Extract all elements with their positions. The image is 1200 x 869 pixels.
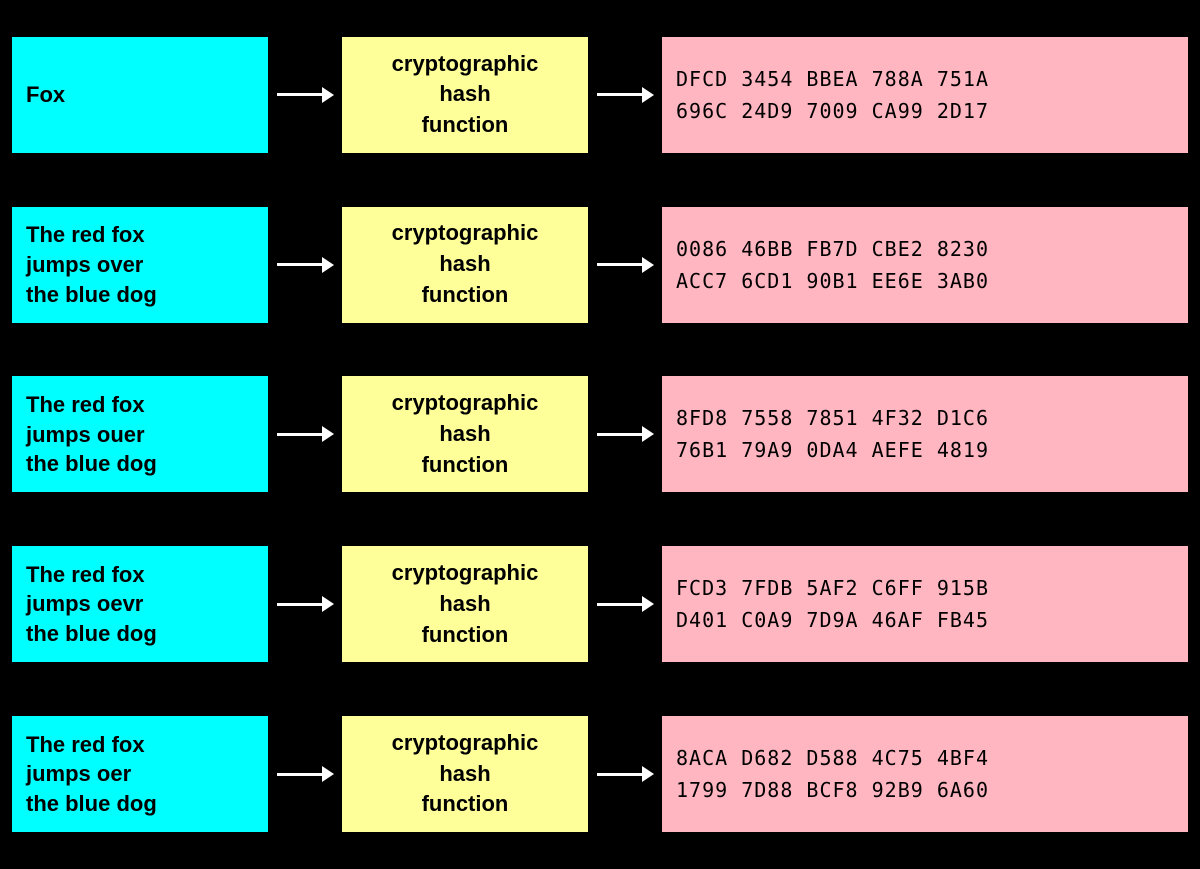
hash-box-4: cryptographic hash function — [340, 544, 590, 664]
output-box-1: DFCD 3454 BBEA 788A 751A696C 24D9 7009 C… — [660, 35, 1190, 155]
main-container: Fox cryptographic hash function DFCD 3454 … — [0, 0, 1200, 869]
arrow2-1 — [590, 87, 660, 103]
input-box-2: The red fox jumps over the blue dog — [10, 205, 270, 325]
arrow1-3 — [270, 426, 340, 442]
input-box-4: The red fox jumps oevr the blue dog — [10, 544, 270, 664]
hash-box-1: cryptographic hash function — [340, 35, 590, 155]
hash-box-5: cryptographic hash function — [340, 714, 590, 834]
hash-box-2: cryptographic hash function — [340, 205, 590, 325]
arrow1-4 — [270, 596, 340, 612]
output-box-2: 0086 46BB FB7D CBE2 8230ACC7 6CD1 90B1 E… — [660, 205, 1190, 325]
arrow1-1 — [270, 87, 340, 103]
row-4: The red fox jumps oevr the blue dog crypt… — [0, 524, 1200, 684]
output-box-3: 8FD8 7558 7851 4F32 D1C676B1 79A9 0DA4 A… — [660, 374, 1190, 494]
arrow1-5 — [270, 766, 340, 782]
arrow2-5 — [590, 766, 660, 782]
arrow1-2 — [270, 257, 340, 273]
row-5: The red fox jumps oer the blue dog crypto… — [0, 694, 1200, 854]
input-box-5: The red fox jumps oer the blue dog — [10, 714, 270, 834]
input-box-3: The red fox jumps ouer the blue dog — [10, 374, 270, 494]
hash-box-3: cryptographic hash function — [340, 374, 590, 494]
row-1: Fox cryptographic hash function DFCD 3454 … — [0, 15, 1200, 175]
output-box-4: FCD3 7FDB 5AF2 C6FF 915BD401 C0A9 7D9A 4… — [660, 544, 1190, 664]
row-3: The red fox jumps ouer the blue dog crypt… — [0, 354, 1200, 514]
input-box-1: Fox — [10, 35, 270, 155]
arrow2-4 — [590, 596, 660, 612]
arrow2-3 — [590, 426, 660, 442]
output-box-5: 8ACA D682 D588 4C75 4BF41799 7D88 BCF8 9… — [660, 714, 1190, 834]
arrow2-2 — [590, 257, 660, 273]
row-2: The red fox jumps over the blue dog crypt… — [0, 185, 1200, 345]
